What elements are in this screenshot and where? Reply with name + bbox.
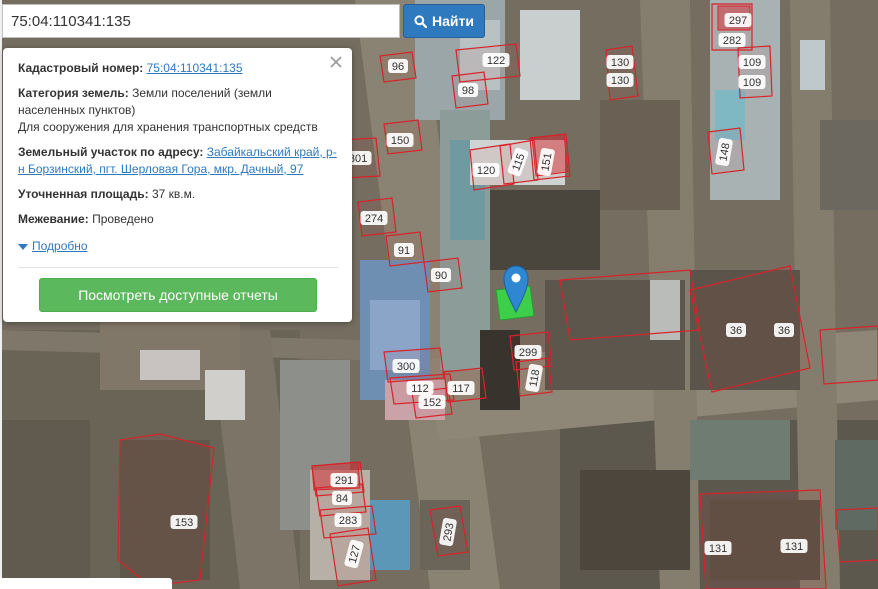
land-category-value-2: населенных пунктов) xyxy=(18,103,136,117)
search-button-label: Найти xyxy=(432,13,474,29)
parcel-label: 131 xyxy=(704,541,732,555)
parcel-label: 297 xyxy=(724,13,752,27)
svg-text:131: 131 xyxy=(785,541,803,553)
svg-text:122: 122 xyxy=(487,55,505,67)
svg-text:130: 130 xyxy=(611,75,629,87)
caret-down-icon xyxy=(18,243,28,250)
details-toggle[interactable]: Подробно xyxy=(18,238,338,255)
parcel-label: 152 xyxy=(418,395,446,409)
svg-text:91: 91 xyxy=(398,245,410,257)
parcel-outline[interactable] xyxy=(835,507,878,563)
parcel-label: 109 xyxy=(738,75,766,89)
scale-control xyxy=(0,578,172,589)
land-category-row: Категория земель: Земли поселений (земли… xyxy=(18,85,338,136)
parcel-label: 117 xyxy=(447,381,475,395)
parcel-label: 36 xyxy=(726,323,746,337)
svg-text:131: 131 xyxy=(709,543,727,555)
parcel-label: 96 xyxy=(388,59,408,73)
address-link-1[interactable]: Забайкальский край, р- xyxy=(207,145,337,159)
svg-text:109: 109 xyxy=(743,57,761,69)
svg-text:153: 153 xyxy=(175,517,193,529)
view-reports-button[interactable]: Посмотреть доступные отчеты xyxy=(39,278,317,312)
search-icon xyxy=(414,14,428,28)
search-input[interactable] xyxy=(2,4,400,38)
svg-text:297: 297 xyxy=(729,15,747,27)
address-row: Земельный участок по адресу: Забайкальск… xyxy=(18,144,338,178)
close-icon[interactable] xyxy=(328,54,344,70)
svg-text:36: 36 xyxy=(730,325,742,337)
parcel-outline[interactable] xyxy=(699,489,827,589)
parcel-label: 282 xyxy=(718,33,746,47)
land-category-value-1: Земли поселений (земли xyxy=(132,86,272,100)
svg-text:84: 84 xyxy=(336,493,348,505)
svg-text:98: 98 xyxy=(462,85,474,97)
area-value: 37 кв.м. xyxy=(151,187,196,201)
permitted-use: Для сооружения для хранения транспортных… xyxy=(18,120,318,134)
parcel-label: 299 xyxy=(514,345,542,359)
survey-label: Межевание: xyxy=(18,212,89,226)
parcel-label: 90 xyxy=(431,268,451,282)
parcel-label: 112 xyxy=(406,381,434,395)
parcel-label: 153 xyxy=(170,515,198,529)
area-row: Уточненная площадь: 37 кв.м. xyxy=(18,186,338,203)
parcel-label: 131 xyxy=(780,539,808,553)
svg-text:120: 120 xyxy=(477,165,495,177)
parcel-label: 150 xyxy=(386,133,414,147)
parcel-outline[interactable] xyxy=(737,45,773,99)
marker-center xyxy=(511,273,521,283)
parcel-outline[interactable] xyxy=(559,269,701,341)
parcel-label: 130 xyxy=(606,73,634,87)
parcel-label: 300 xyxy=(392,359,420,373)
parcel-label: 120 xyxy=(472,163,500,177)
parcel-label: 122 xyxy=(482,53,510,67)
svg-text:282: 282 xyxy=(723,35,741,47)
parcel-label: 36 xyxy=(774,323,794,337)
search-button[interactable]: Найти xyxy=(403,4,485,38)
parcel-label: 283 xyxy=(334,513,362,527)
svg-text:109: 109 xyxy=(743,77,761,89)
parcel-label: 274 xyxy=(360,211,388,225)
svg-text:130: 130 xyxy=(611,57,629,69)
address-label: Земельный участок по адресу: xyxy=(18,145,204,159)
survey-value: Проведено xyxy=(92,212,154,226)
svg-text:274: 274 xyxy=(365,213,383,225)
details-link[interactable]: Подробно xyxy=(32,238,88,255)
svg-text:150: 150 xyxy=(391,135,409,147)
parcel-info-popup: Кадастровый номер: 75:04:110341:135 Кате… xyxy=(3,48,352,322)
parcel-label: 84 xyxy=(332,491,352,505)
parcel-outline[interactable] xyxy=(117,433,215,587)
svg-text:283: 283 xyxy=(339,515,357,527)
search-bar xyxy=(2,4,402,38)
divider xyxy=(18,267,338,268)
parcel-label: 109 xyxy=(738,55,766,69)
svg-text:112: 112 xyxy=(411,383,429,395)
parcel-label: 98 xyxy=(458,83,478,97)
svg-text:299: 299 xyxy=(519,347,537,359)
area-label: Уточненная площадь: xyxy=(18,187,149,201)
parcel-outline[interactable] xyxy=(819,325,878,385)
svg-text:117: 117 xyxy=(452,383,470,395)
parcel-label: 130 xyxy=(606,55,634,69)
survey-row: Межевание: Проведено xyxy=(18,211,338,228)
parcel-label: 91 xyxy=(394,243,414,257)
svg-text:300: 300 xyxy=(397,361,415,373)
svg-text:291: 291 xyxy=(335,475,353,487)
cadastral-number-row: Кадастровый номер: 75:04:110341:135 xyxy=(18,60,338,77)
address-link-2[interactable]: н Борзинский, пгт. Шерловая Гора, мкр. Д… xyxy=(18,162,303,176)
svg-text:90: 90 xyxy=(435,270,447,282)
cadastral-number-link[interactable]: 75:04:110341:135 xyxy=(147,61,243,75)
land-category-label: Категория земель: xyxy=(18,86,129,100)
svg-text:152: 152 xyxy=(423,397,441,409)
svg-text:96: 96 xyxy=(392,61,404,73)
parcel-label: 291 xyxy=(330,473,358,487)
svg-text:36: 36 xyxy=(778,325,790,337)
cadastral-number-label: Кадастровый номер: xyxy=(18,61,144,75)
